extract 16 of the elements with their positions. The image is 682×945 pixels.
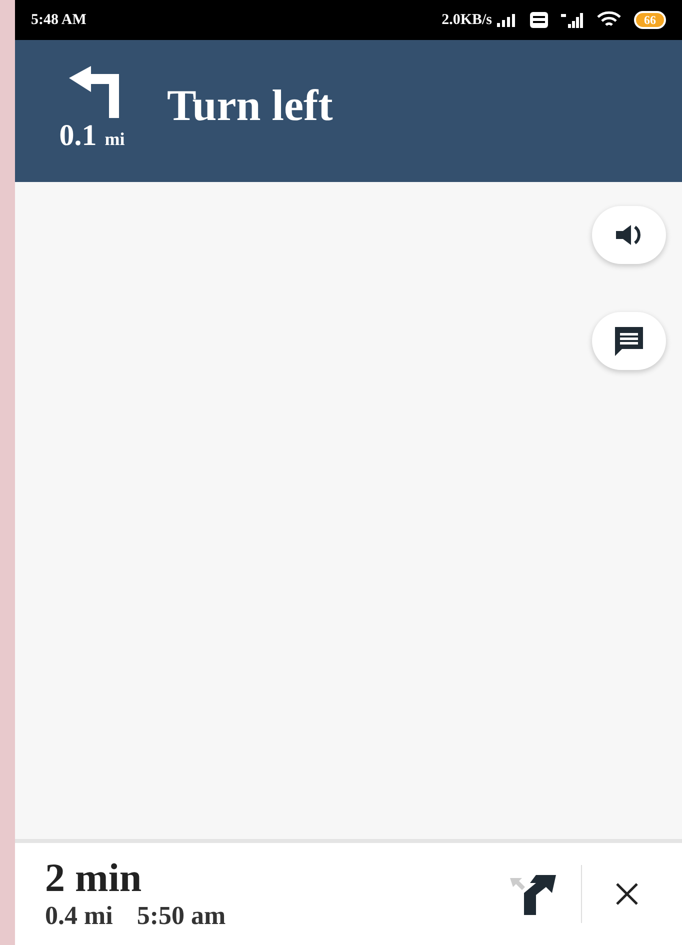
close-icon <box>614 881 640 907</box>
signal-icon <box>560 12 584 28</box>
maneuver-distance: 0.1 <box>59 118 97 154</box>
arrival-time: 5:50 am <box>136 900 226 932</box>
signal-icon <box>496 13 518 27</box>
distance-unit: mi <box>104 128 125 150</box>
battery-level: 66 <box>634 11 666 29</box>
network-speed: 2.0KB/s <box>442 10 492 30</box>
trip-distance: 0.4 mi <box>45 900 113 932</box>
instruction-text: Turn left <box>167 80 333 132</box>
trip-duration: 2 min <box>45 856 143 900</box>
message-icon <box>612 325 646 357</box>
sound-button[interactable] <box>592 206 666 264</box>
status-time: 5:48 AM <box>31 10 86 30</box>
route-arrow-icon <box>508 873 558 915</box>
message-button[interactable] <box>592 312 666 370</box>
